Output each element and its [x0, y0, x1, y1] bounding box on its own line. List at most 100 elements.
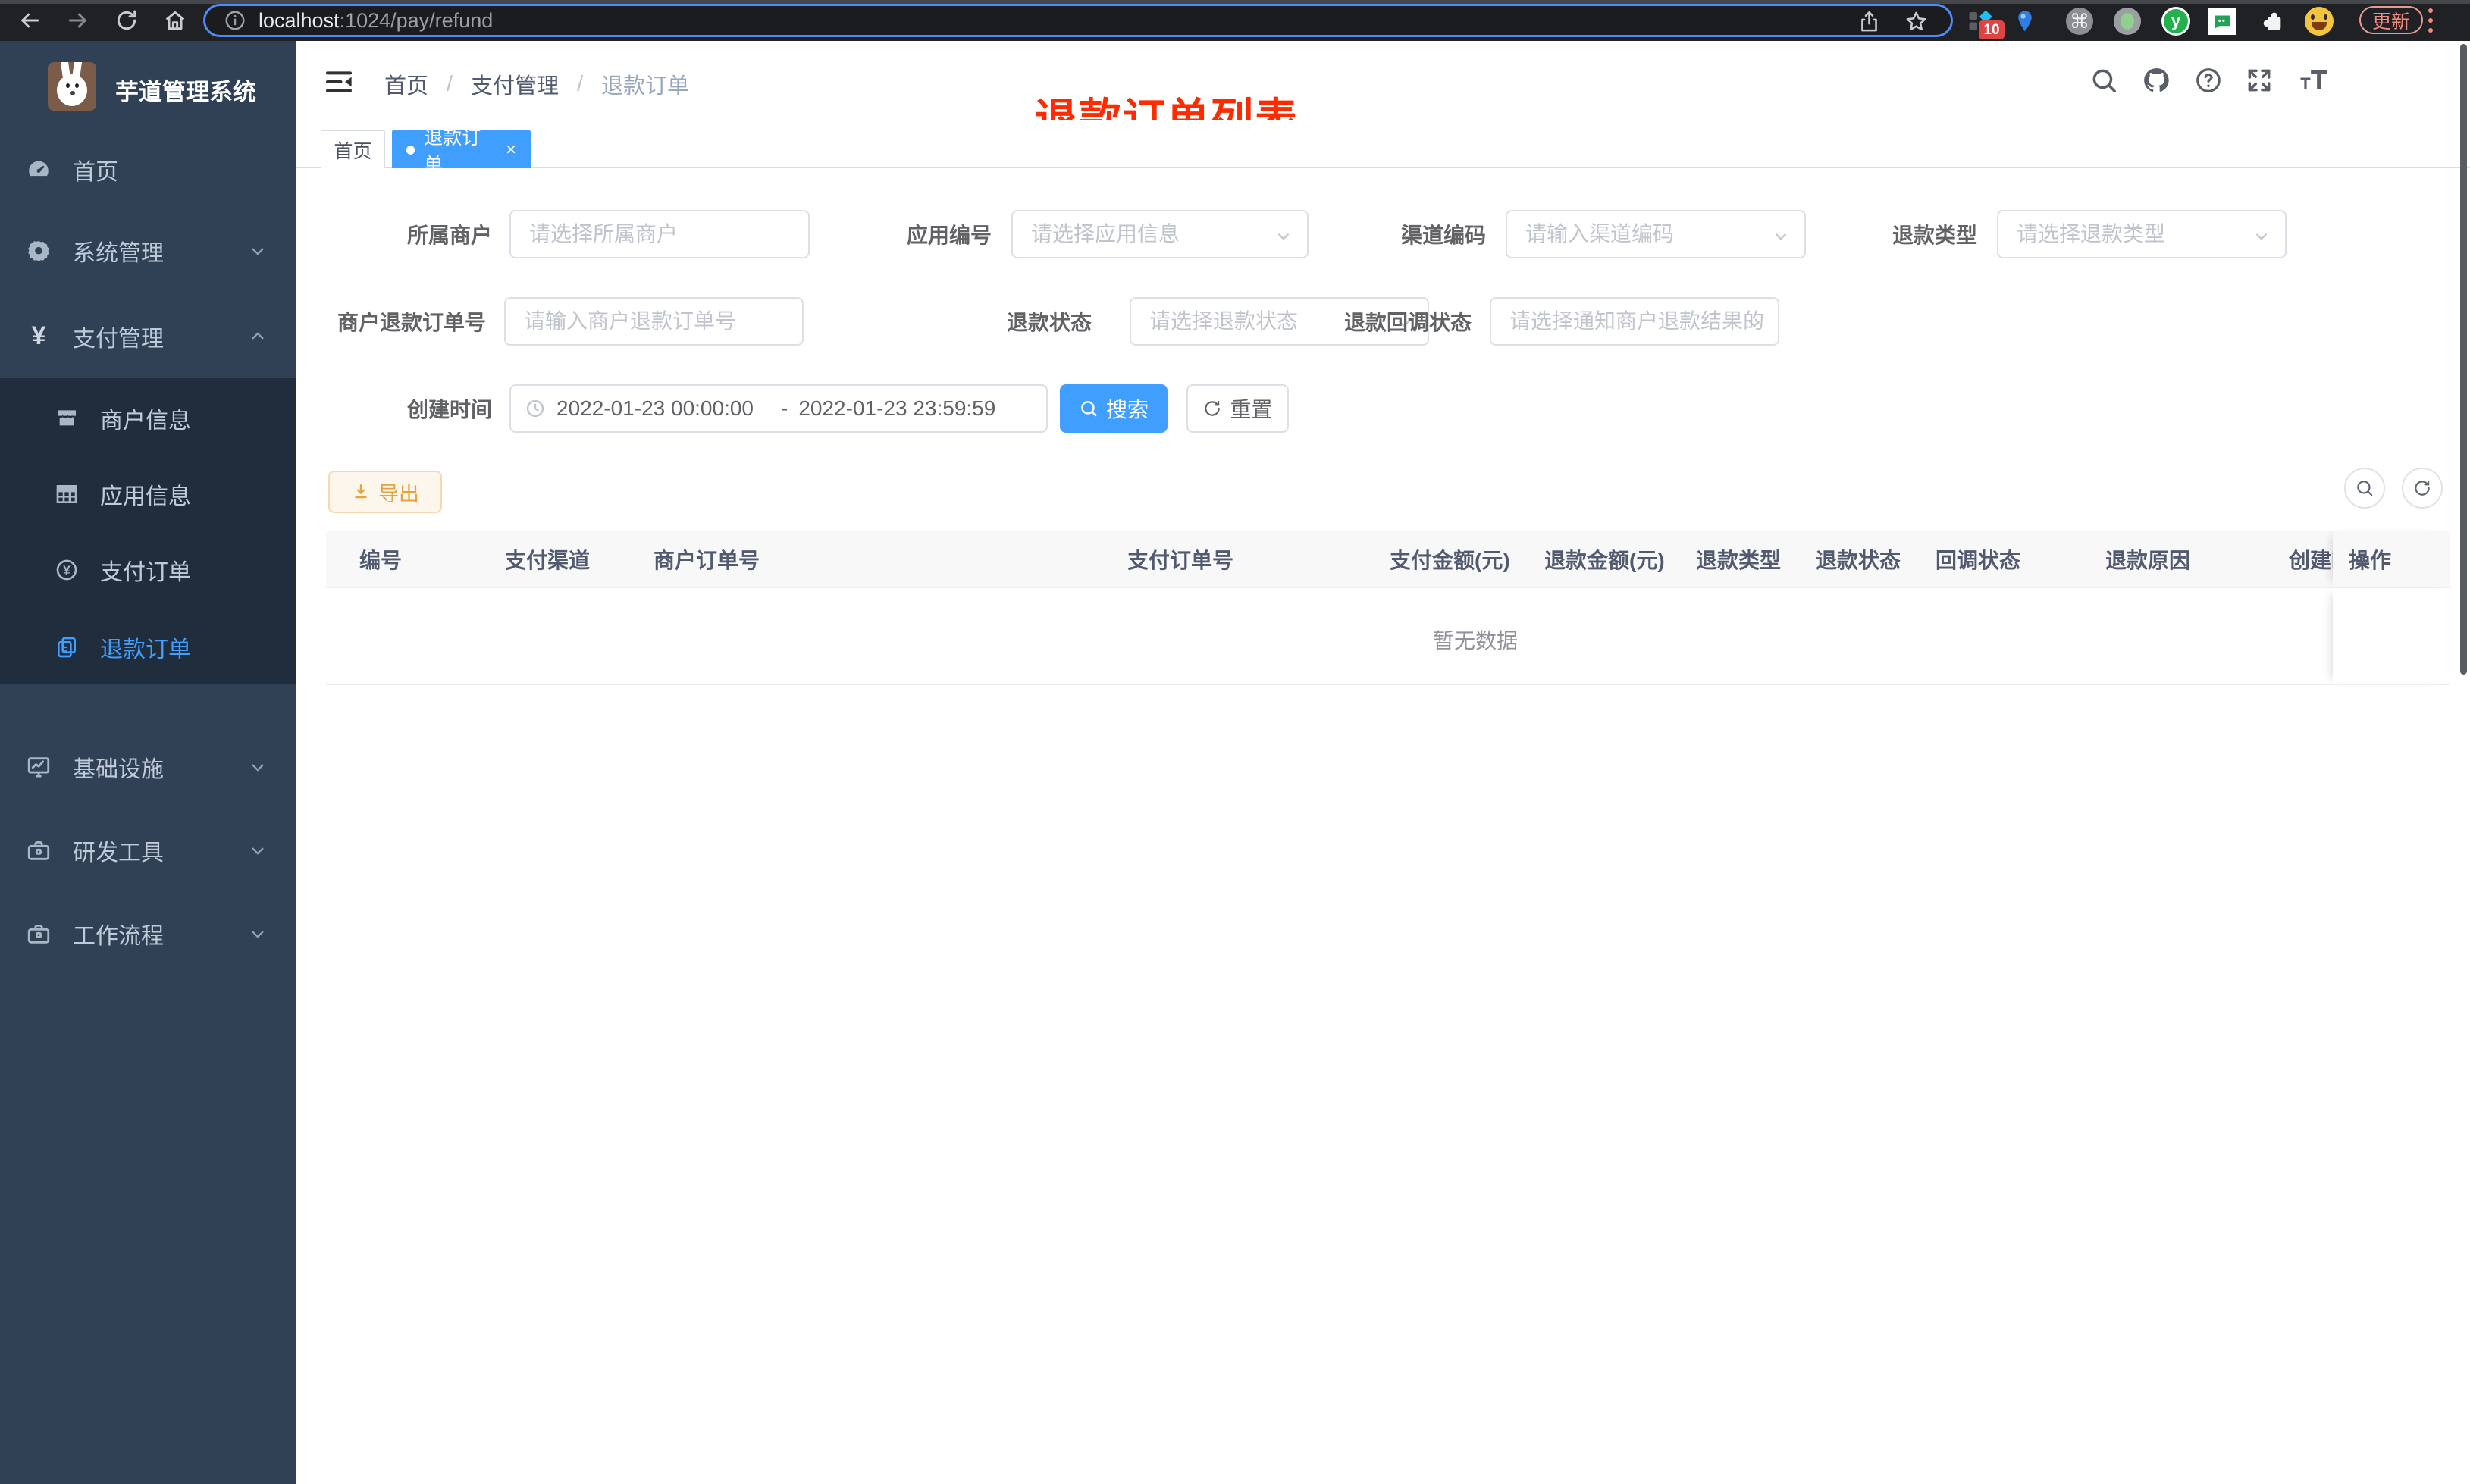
sidebar-item-label: 基础设施 [73, 756, 164, 782]
merchant-refund-no-field[interactable] [504, 297, 838, 346]
refund-type-select[interactable] [1997, 210, 2349, 258]
channel-select[interactable] [1506, 210, 1868, 258]
sidebar-item-pay[interactable]: ¥ 支付管理 [0, 296, 296, 377]
app-select[interactable] [1011, 210, 1371, 258]
browser-home-button[interactable] [161, 6, 190, 35]
sidebar-item-home[interactable]: 首页 [0, 129, 296, 210]
sidebar: 芋道管理系统 首页 系统管理 ¥ 支付管理 商户信息 应用信息 ¥ 支付订单 退… [0, 41, 296, 1484]
browser-back-button[interactable] [15, 6, 44, 35]
site-info-icon[interactable] [224, 9, 246, 32]
search-icon [2357, 481, 2373, 496]
extension-chat-icon[interactable] [2208, 7, 2236, 36]
sidebar-item-merchant-info[interactable]: 商户信息 [0, 380, 296, 456]
date-start[interactable]: 2022-01-23 00:00:00 [556, 396, 770, 421]
filter-label-notify-status: 退款回调状态 [1344, 311, 1472, 334]
extension-command-icon[interactable]: ⌘ [2065, 7, 2094, 36]
table-empty-body: 暂无数据 [326, 588, 2450, 685]
filter-label-refund-status: 退款状态 [1007, 311, 1092, 334]
col-merchant-order-no[interactable]: 商户订单号 [654, 531, 760, 588]
col-notify-status[interactable]: 回调状态 [1936, 531, 2020, 588]
col-actions[interactable]: 操作 [2349, 531, 2391, 588]
font-size-button[interactable]: TT [2297, 64, 2331, 97]
col-pay-channel[interactable]: 支付渠道 [505, 531, 590, 588]
merchant-input[interactable] [511, 211, 845, 257]
col-refund-type[interactable]: 退款类型 [1696, 531, 1781, 588]
home-icon [165, 11, 185, 30]
header-search-button[interactable] [2087, 64, 2121, 97]
channel-input[interactable] [1507, 211, 1868, 257]
sidebar-item-app-info[interactable]: 应用信息 [0, 456, 296, 532]
sidebar-item-infra[interactable]: 基础设施 [0, 726, 296, 807]
search-button[interactable]: 搜索 [1060, 384, 1168, 433]
tag-home[interactable]: 首页 [321, 130, 385, 170]
reload-icon [117, 10, 136, 30]
reset-button[interactable]: 重置 [1186, 384, 1289, 433]
briefcase-icon [26, 921, 52, 947]
col-pay-order-no[interactable]: 支付订单号 [1127, 531, 1233, 588]
extensions-puzzle-icon[interactable] [2258, 7, 2287, 36]
forward-icon [68, 13, 86, 28]
export-button[interactable]: 导出 [328, 471, 442, 513]
bookmark-button[interactable] [1904, 10, 1928, 33]
date-range-separator: - [781, 396, 788, 420]
breadcrumb-home[interactable]: 首页 [384, 68, 428, 100]
breadcrumb-pay[interactable]: 支付管理 [471, 68, 559, 100]
sidebar-item-label: 工作流程 [73, 923, 164, 949]
app-title: 芋道管理系统 [115, 79, 256, 105]
notify-status-input[interactable] [1491, 299, 1840, 344]
page-scrollbar[interactable] [2460, 44, 2467, 675]
sidebar-item-workflow[interactable]: 工作流程 [0, 893, 296, 974]
col-refund-status[interactable]: 退款状态 [1816, 531, 1901, 588]
sidebar-item-label: 首页 [73, 159, 118, 185]
tag-refund-order[interactable]: 退款订单 × [392, 127, 531, 176]
share-button[interactable] [1857, 10, 1881, 33]
date-end[interactable]: 2022-01-23 23:59:59 [798, 396, 1026, 421]
svg-text:¥: ¥ [63, 563, 71, 578]
empty-text: 暂无数据 [1433, 629, 1519, 653]
sidebar-item-system[interactable]: 系统管理 [0, 210, 296, 291]
chevron-down-icon [247, 923, 268, 944]
url-bar[interactable]: localhost:1024/pay/refund [203, 4, 1953, 37]
breadcrumb-current: 退款订单 [601, 74, 690, 99]
refund-type-input[interactable] [1998, 211, 2349, 257]
col-pay-amount[interactable]: 支付金额(元) [1390, 531, 1510, 588]
table-refresh-button[interactable] [2402, 468, 2443, 509]
sidebar-item-label: 系统管理 [73, 240, 164, 266]
fullscreen-icon [2248, 69, 2271, 92]
col-refund-reason[interactable]: 退款原因 [2105, 531, 2190, 588]
extension-pin-icon[interactable] [2011, 7, 2039, 36]
notify-status-select[interactable] [1490, 297, 1840, 346]
extension-recorder-icon[interactable] [2113, 7, 2142, 36]
breadcrumb-separator: / [577, 71, 584, 96]
merchant-select[interactable] [509, 210, 845, 258]
filter-label-channel: 渠道编码 [1401, 224, 1487, 247]
github-link[interactable] [2139, 64, 2173, 97]
fullscreen-button[interactable] [2243, 64, 2276, 97]
sidebar-item-label: 退款订单 [100, 637, 191, 662]
app-logo[interactable] [48, 62, 96, 111]
tag-label: 首页 [334, 141, 372, 162]
share-icon [1861, 11, 1877, 32]
browser-forward-button[interactable] [64, 6, 92, 35]
col-id[interactable]: 编号 [359, 531, 402, 588]
browser-menu-button[interactable] [2428, 8, 2434, 33]
breadcrumb-separator: / [447, 71, 453, 96]
table-search-toggle-button[interactable] [2344, 468, 2385, 509]
extension-y-icon[interactable]: y [2161, 7, 2190, 36]
app-input[interactable] [1013, 211, 1371, 257]
tags-view: 首页 退款订单 × [296, 120, 2470, 176]
filter-label-create-time: 创建时间 [407, 398, 493, 421]
extension-emoji-icon[interactable] [2305, 7, 2334, 36]
sidebar-item-refund-order[interactable]: 退款订单 [0, 609, 296, 685]
browser-reload-button[interactable] [112, 6, 141, 35]
help-button[interactable] [2192, 64, 2225, 97]
sidebar-item-pay-order[interactable]: ¥ 支付订单 [0, 532, 296, 608]
close-icon[interactable]: × [506, 141, 516, 159]
browser-update-button[interactable]: 更新 [2359, 6, 2423, 34]
sidebar-collapse-button[interactable] [324, 67, 354, 97]
filter-label-refund-type: 退款类型 [1892, 224, 1978, 247]
merchant-refund-no-input[interactable] [506, 299, 838, 344]
sidebar-item-dev-tools[interactable]: 研发工具 [0, 809, 296, 891]
col-refund-amount[interactable]: 退款金额(元) [1544, 531, 1665, 588]
create-time-range-picker[interactable]: 2022-01-23 00:00:00 - 2022-01-23 23:59:5… [509, 384, 1048, 433]
